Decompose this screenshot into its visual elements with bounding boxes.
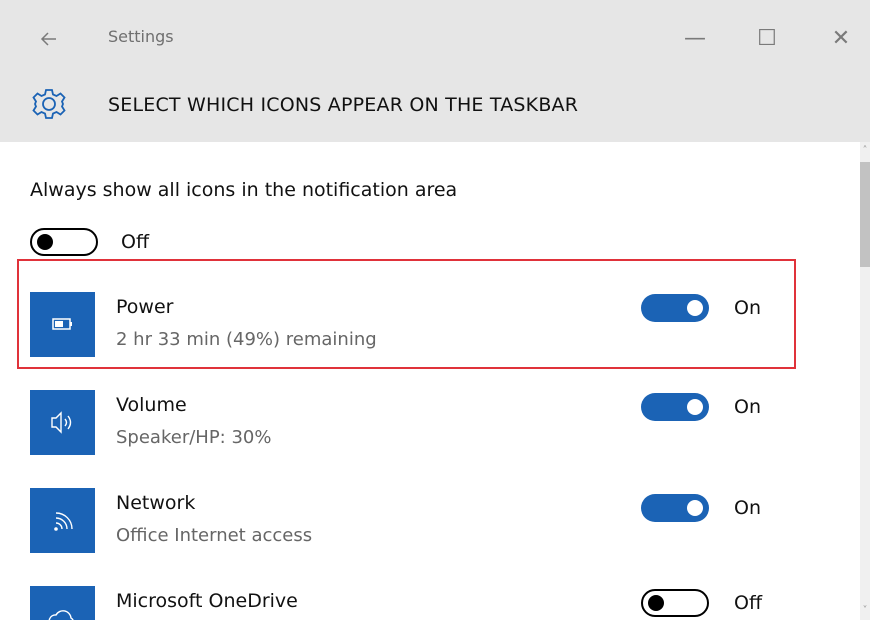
toggle-knob bbox=[648, 595, 664, 611]
item-detail: Speaker/HP: 30% bbox=[116, 427, 272, 448]
page-title: SELECT WHICH ICONS APPEAR ON THE TASKBAR bbox=[108, 94, 579, 116]
list-item-network: Network Office Internet access On bbox=[0, 478, 860, 574]
item-state: Off bbox=[734, 592, 763, 614]
speaker-icon bbox=[30, 390, 95, 455]
item-state: On bbox=[734, 396, 761, 418]
title-bar: Settings — ☐ ✕ SELECT WHICH ICONS APPEAR… bbox=[0, 0, 870, 142]
toggle-knob bbox=[37, 234, 53, 250]
item-title: Microsoft OneDrive bbox=[116, 590, 298, 612]
network-toggle[interactable] bbox=[641, 494, 709, 522]
always-show-state: Off bbox=[121, 231, 150, 253]
toggle-knob bbox=[687, 399, 703, 415]
item-detail: Office Internet access bbox=[116, 525, 313, 546]
onedrive-toggle[interactable] bbox=[641, 589, 709, 617]
list-item-volume: Volume Speaker/HP: 30% On bbox=[0, 380, 860, 476]
wifi-icon bbox=[30, 488, 95, 553]
settings-content: Always show all icons in the notificatio… bbox=[0, 142, 860, 620]
item-state: On bbox=[734, 497, 761, 519]
list-item-onedrive: Microsoft OneDrive Off bbox=[0, 576, 860, 620]
close-button[interactable]: ✕ bbox=[826, 24, 856, 54]
volume-toggle[interactable] bbox=[641, 393, 709, 421]
item-title: Network bbox=[116, 492, 196, 514]
scrollbar[interactable]: ˄ ˅ bbox=[860, 142, 870, 620]
highlight-box bbox=[17, 259, 796, 369]
always-show-label: Always show all icons in the notificatio… bbox=[30, 179, 458, 201]
maximize-button[interactable]: ☐ bbox=[752, 24, 782, 54]
always-show-toggle[interactable] bbox=[30, 228, 98, 256]
scroll-down-arrow-icon[interactable]: ˅ bbox=[860, 604, 870, 618]
scroll-up-arrow-icon[interactable]: ˄ bbox=[860, 144, 870, 158]
window-title: Settings bbox=[108, 27, 174, 46]
scroll-thumb[interactable] bbox=[860, 162, 870, 267]
minimize-button[interactable]: — bbox=[680, 24, 710, 54]
back-arrow-icon[interactable] bbox=[36, 24, 62, 54]
toggle-knob bbox=[687, 500, 703, 516]
cloud-icon bbox=[30, 586, 95, 620]
item-title: Volume bbox=[116, 394, 187, 416]
gear-icon bbox=[31, 86, 67, 122]
